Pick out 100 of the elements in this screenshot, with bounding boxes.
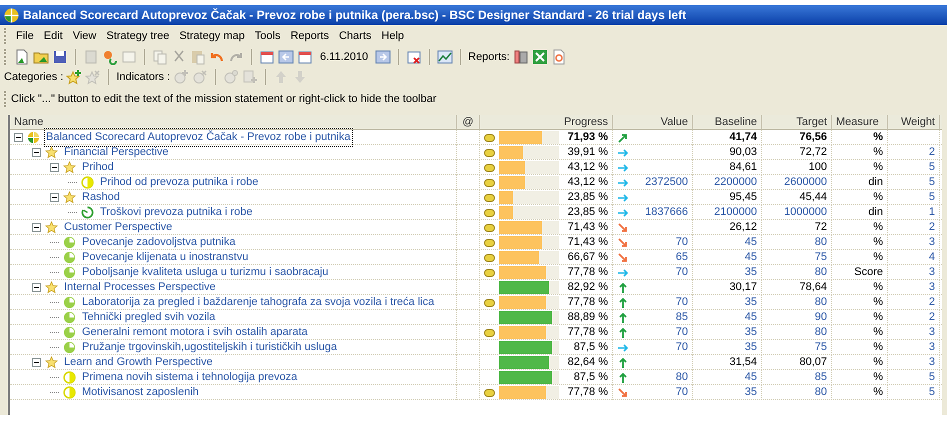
star-icon <box>45 356 58 369</box>
weight-text: 3 <box>928 265 935 280</box>
value-text: 70 <box>676 265 688 280</box>
progress-text: 71,93 % <box>568 130 608 146</box>
collapse-toggle[interactable] <box>50 163 59 172</box>
collapse-toggle[interactable] <box>32 283 41 292</box>
progress-text: 23,85 % <box>568 190 608 206</box>
measure-text: % <box>873 370 883 386</box>
menu-item[interactable]: Edit <box>38 28 68 44</box>
column-header[interactable]: Value <box>613 115 693 129</box>
progress-text: 43,12 % <box>568 175 608 190</box>
add-star-icon[interactable] <box>66 69 82 85</box>
column-header[interactable]: @ <box>457 115 480 129</box>
tree-item[interactable]: Balanced Scorecard Autoprevoz Čačak - Prevoz robe i putnika <box>44 128 352 147</box>
baseline-text: 90,03 <box>729 145 757 160</box>
target-text: 2600000 <box>784 175 827 190</box>
value-text: 80 <box>676 370 688 386</box>
report-icon[interactable] <box>512 49 529 65</box>
collapse-toggle[interactable] <box>32 223 41 232</box>
weight-text: 4 <box>928 250 935 266</box>
menu-item[interactable]: File <box>11 28 39 44</box>
weight-text: 5 <box>928 190 935 206</box>
calendar-icon[interactable] <box>297 49 313 65</box>
baseline-text: 2200000 <box>714 175 757 190</box>
target-text: 75 <box>814 250 827 266</box>
baseline-text: 84,61 <box>729 160 757 176</box>
target-text: 90 <box>814 310 827 326</box>
new-document-icon[interactable] <box>14 49 30 65</box>
trend-up-icon <box>617 312 629 324</box>
menu-item[interactable]: Tools <box>250 28 286 44</box>
weight-text: 5 <box>928 385 935 400</box>
menu-item[interactable]: View <box>68 28 102 44</box>
menu-item[interactable]: Charts <box>334 28 376 44</box>
weight-text: 5 <box>928 160 935 176</box>
baseline-text: 35 <box>744 340 757 356</box>
target-text: 76,56 <box>799 130 827 146</box>
baseline-text: 45 <box>744 235 757 250</box>
value-text: 65 <box>676 250 688 266</box>
save-icon[interactable] <box>52 49 68 65</box>
collapse-toggle[interactable] <box>32 358 41 367</box>
calendar-icon[interactable] <box>259 49 275 65</box>
trend-flat-icon <box>617 342 629 354</box>
column-header[interactable]: Weight <box>888 115 940 129</box>
app-icon <box>4 8 19 22</box>
target-text: 80 <box>814 295 827 310</box>
star-icon <box>45 146 58 159</box>
menu-item[interactable]: Strategy tree <box>101 28 174 44</box>
measure-text: % <box>873 325 883 340</box>
weight-text: 3 <box>928 340 935 356</box>
collapse-toggle[interactable] <box>32 148 41 157</box>
target-text: 72,72 <box>799 145 827 160</box>
half-circle-icon <box>63 386 76 399</box>
column-header[interactable]: Target <box>762 115 832 129</box>
measure-text: % <box>873 355 883 370</box>
measure-text: % <box>873 250 883 266</box>
trend-down-icon <box>617 252 629 264</box>
column-header[interactable]: Baseline <box>693 115 762 129</box>
measure-text: % <box>873 190 883 206</box>
calendar-delete-icon[interactable] <box>406 49 422 65</box>
chart-icon[interactable] <box>437 49 454 65</box>
progress-text: 77,78 % <box>568 295 608 310</box>
weight-text: 3 <box>928 235 935 250</box>
weight-text: 1 <box>928 205 935 220</box>
collapse-toggle[interactable] <box>50 193 59 202</box>
column-header[interactable]: Measure <box>832 115 888 129</box>
menu-item[interactable]: Reports <box>285 28 334 44</box>
column-header[interactable]: Name <box>10 115 457 129</box>
value-text: 70 <box>676 235 688 250</box>
measure-text: % <box>873 385 883 400</box>
column-header[interactable]: Progress <box>480 115 613 129</box>
value-text: 70 <box>676 385 688 400</box>
weight-text: 5 <box>928 370 935 386</box>
half-circle-icon <box>81 176 94 189</box>
value-text: 70 <box>676 295 688 310</box>
spreadsheet-icon[interactable] <box>532 49 548 65</box>
progress-text: 87,5 % <box>574 370 608 386</box>
trend-flat-icon <box>617 206 629 218</box>
collapse-toggle[interactable] <box>14 133 23 142</box>
menu-item[interactable]: Help <box>376 28 410 44</box>
progress-text: 82,64 % <box>568 355 608 370</box>
progress-text: 71,43 % <box>568 220 608 236</box>
baseline-text: 45 <box>744 370 757 386</box>
value-text: 70 <box>676 325 688 340</box>
menu-item[interactable]: Strategy map <box>174 28 250 44</box>
baseline-text: 35 <box>744 295 757 310</box>
target-text: 100 <box>808 160 827 176</box>
measure-text: % <box>873 310 883 326</box>
trend-flat-icon <box>617 162 629 174</box>
trend-flat-icon <box>617 146 629 158</box>
target-text: 45,44 <box>799 190 827 206</box>
progress-text: 71,43 % <box>568 235 608 250</box>
progress-text: 23,85 % <box>568 205 608 220</box>
target-text: 80 <box>814 385 827 400</box>
baseline-text: 35 <box>744 325 757 340</box>
categories-label: Categories : <box>4 70 64 85</box>
star-icon <box>45 281 58 294</box>
measure-text: % <box>873 235 883 250</box>
baseline-text: 45 <box>744 250 757 266</box>
document-icon[interactable] <box>550 49 567 65</box>
target-text: 80 <box>814 325 827 340</box>
